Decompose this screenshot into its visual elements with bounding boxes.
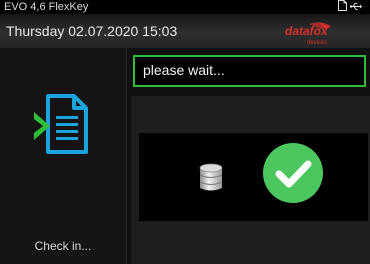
document-arrow-icon — [34, 92, 90, 161]
status-card — [139, 133, 368, 221]
datafox-logo: datafox devices — [271, 20, 370, 48]
message-box: please wait... — [133, 55, 366, 87]
datetime-display: Thursday 02.07.2020 15:03 — [6, 23, 178, 39]
logo-subtext: devices — [307, 40, 327, 46]
check-icon — [262, 142, 324, 209]
status-area — [131, 96, 370, 264]
logo-text: datafox — [285, 24, 329, 38]
message-text: please wait... — [143, 62, 225, 78]
device-name: EVO 4,6 FlexKey — [4, 1, 89, 13]
status-bar: EVO 4,6 FlexKey — [0, 0, 370, 14]
check-in-label: Check in... — [34, 239, 92, 253]
database-icon — [199, 163, 223, 198]
status-icons — [338, 0, 362, 13]
action-panel: Check in... — [0, 48, 127, 264]
